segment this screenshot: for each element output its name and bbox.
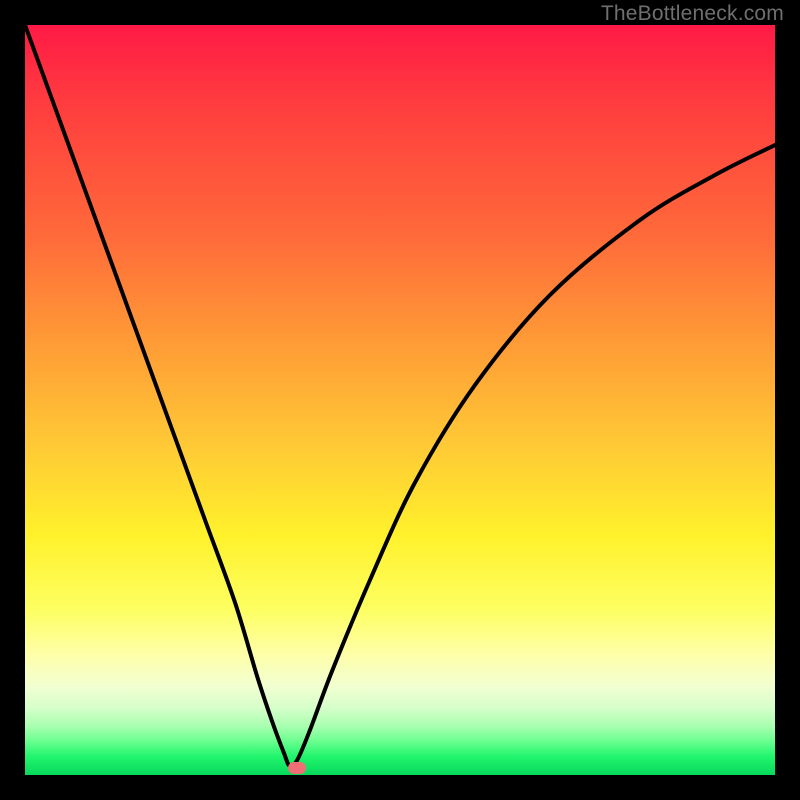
chart-stage: TheBottleneck.com	[0, 0, 800, 800]
chart-plot-area	[25, 25, 775, 775]
minimum-marker	[288, 762, 306, 774]
bottleneck-curve	[25, 25, 775, 766]
watermark-text: TheBottleneck.com	[601, 2, 784, 26]
chart-curve-svg	[25, 25, 775, 775]
